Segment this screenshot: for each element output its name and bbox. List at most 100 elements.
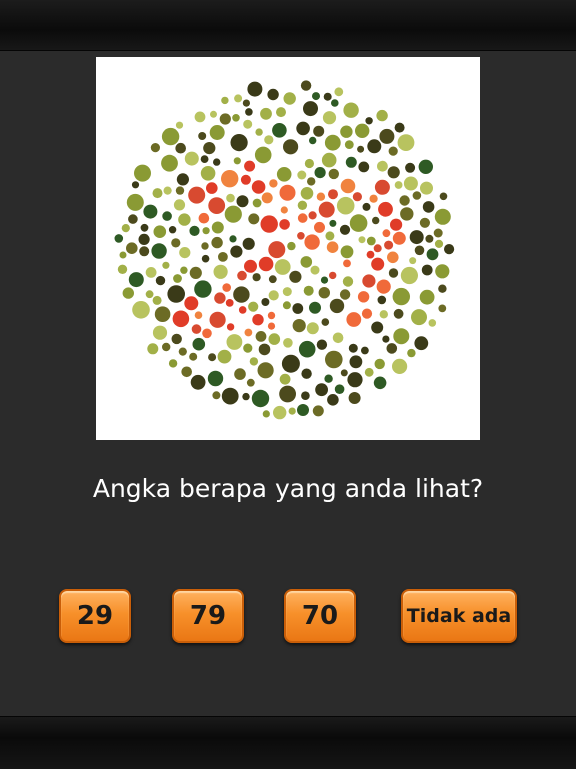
plate-dot [388, 268, 399, 278]
plate-dot [297, 200, 308, 210]
plate-dot [394, 181, 403, 189]
answer-button-29[interactable]: 29 [59, 589, 131, 643]
plate-dot [298, 340, 316, 358]
plate-dot [301, 391, 310, 401]
plate-dot [268, 241, 286, 259]
plate-dot [393, 328, 410, 345]
plate-dot [147, 343, 159, 355]
plate-dot [249, 357, 259, 366]
plate-dot [168, 359, 178, 368]
plate-dot [325, 231, 335, 241]
plate-dot [379, 310, 388, 319]
plate-dot [300, 187, 314, 200]
plate-dot [434, 239, 444, 248]
plate-dot [128, 214, 138, 224]
plate-dot [307, 177, 316, 186]
plate-dot [304, 234, 320, 250]
plate-dot [339, 224, 351, 235]
plate-dot [173, 199, 186, 211]
plate-dot [374, 179, 390, 195]
plate-dot [355, 123, 370, 138]
plate-dot [244, 259, 257, 273]
plate-dot [154, 306, 171, 322]
plate-dot [234, 368, 246, 380]
plate-dot [251, 389, 270, 408]
plate-dot [171, 238, 181, 248]
plate-dot [347, 372, 363, 388]
plate-dot [369, 194, 378, 203]
plate-dot [345, 156, 357, 168]
plate-dot [377, 160, 388, 172]
plate-dot [211, 236, 223, 249]
plate-dot [438, 304, 447, 313]
plate-dot [310, 265, 320, 275]
plate-dot [261, 192, 273, 204]
plate-dot [229, 235, 237, 243]
plate-dot [288, 407, 296, 415]
plate-dot [255, 331, 267, 342]
plate-dot [126, 193, 144, 211]
plate-dot [162, 342, 171, 352]
plate-dot [409, 257, 417, 265]
plate-dot [252, 314, 264, 326]
plate-dot [268, 275, 277, 284]
plate-dot [343, 102, 359, 118]
plate-dot [312, 405, 324, 417]
plate-dot [222, 283, 231, 292]
plate-dot [221, 170, 239, 188]
plate-dot [257, 362, 274, 379]
plate-dot [267, 322, 276, 330]
answer-button-none[interactable]: Tidak ada [401, 589, 517, 643]
plate-dot [376, 109, 388, 122]
plate-dot [343, 259, 351, 268]
plate-dot [283, 92, 296, 105]
plate-dot [339, 289, 351, 300]
plate-dot [179, 247, 191, 259]
plate-dot [314, 221, 325, 233]
plate-dot [121, 224, 130, 233]
plate-dot [272, 123, 287, 138]
plate-dot [421, 264, 433, 276]
plate-dot [282, 301, 291, 310]
plate-dot [153, 225, 167, 238]
plate-dot [419, 289, 435, 305]
plate-dot [374, 358, 385, 370]
plate-dot [425, 234, 434, 243]
plate-dot [190, 374, 206, 390]
plate-dot [254, 146, 272, 164]
plate-dot [309, 136, 317, 145]
plate-dot [242, 99, 250, 107]
plate-dot [202, 328, 212, 339]
plate-dot [184, 151, 199, 166]
plate-dot [168, 226, 177, 234]
plate-dot [233, 286, 250, 303]
plate-dot [233, 157, 241, 165]
plate-dot [418, 159, 433, 174]
plate-dot [392, 358, 408, 374]
plate-dot [128, 272, 144, 288]
plate-dot [122, 287, 134, 299]
plate-dot [329, 298, 345, 314]
answer-button-70[interactable]: 70 [284, 589, 356, 643]
answer-button-79[interactable]: 79 [172, 589, 244, 643]
plate-dot [313, 125, 325, 137]
plate-dot [236, 195, 249, 208]
plate-dot [245, 108, 253, 116]
plate-dot [327, 394, 339, 406]
plate-dot [281, 354, 300, 373]
plate-dot [362, 202, 371, 211]
plate-dot [226, 323, 235, 331]
plate-dot [332, 332, 344, 344]
plate-dot [198, 132, 207, 140]
plate-dot [433, 228, 443, 238]
plate-dot [412, 191, 422, 200]
plate-dot [188, 186, 206, 204]
plate-dot [138, 233, 150, 245]
plate-dot [336, 196, 355, 215]
plate-dot [200, 155, 209, 163]
plate-dot [192, 337, 206, 351]
plate-dot [289, 270, 302, 283]
plate-dot [247, 81, 263, 97]
plate-dot [279, 184, 296, 201]
plate-dot [321, 152, 337, 168]
